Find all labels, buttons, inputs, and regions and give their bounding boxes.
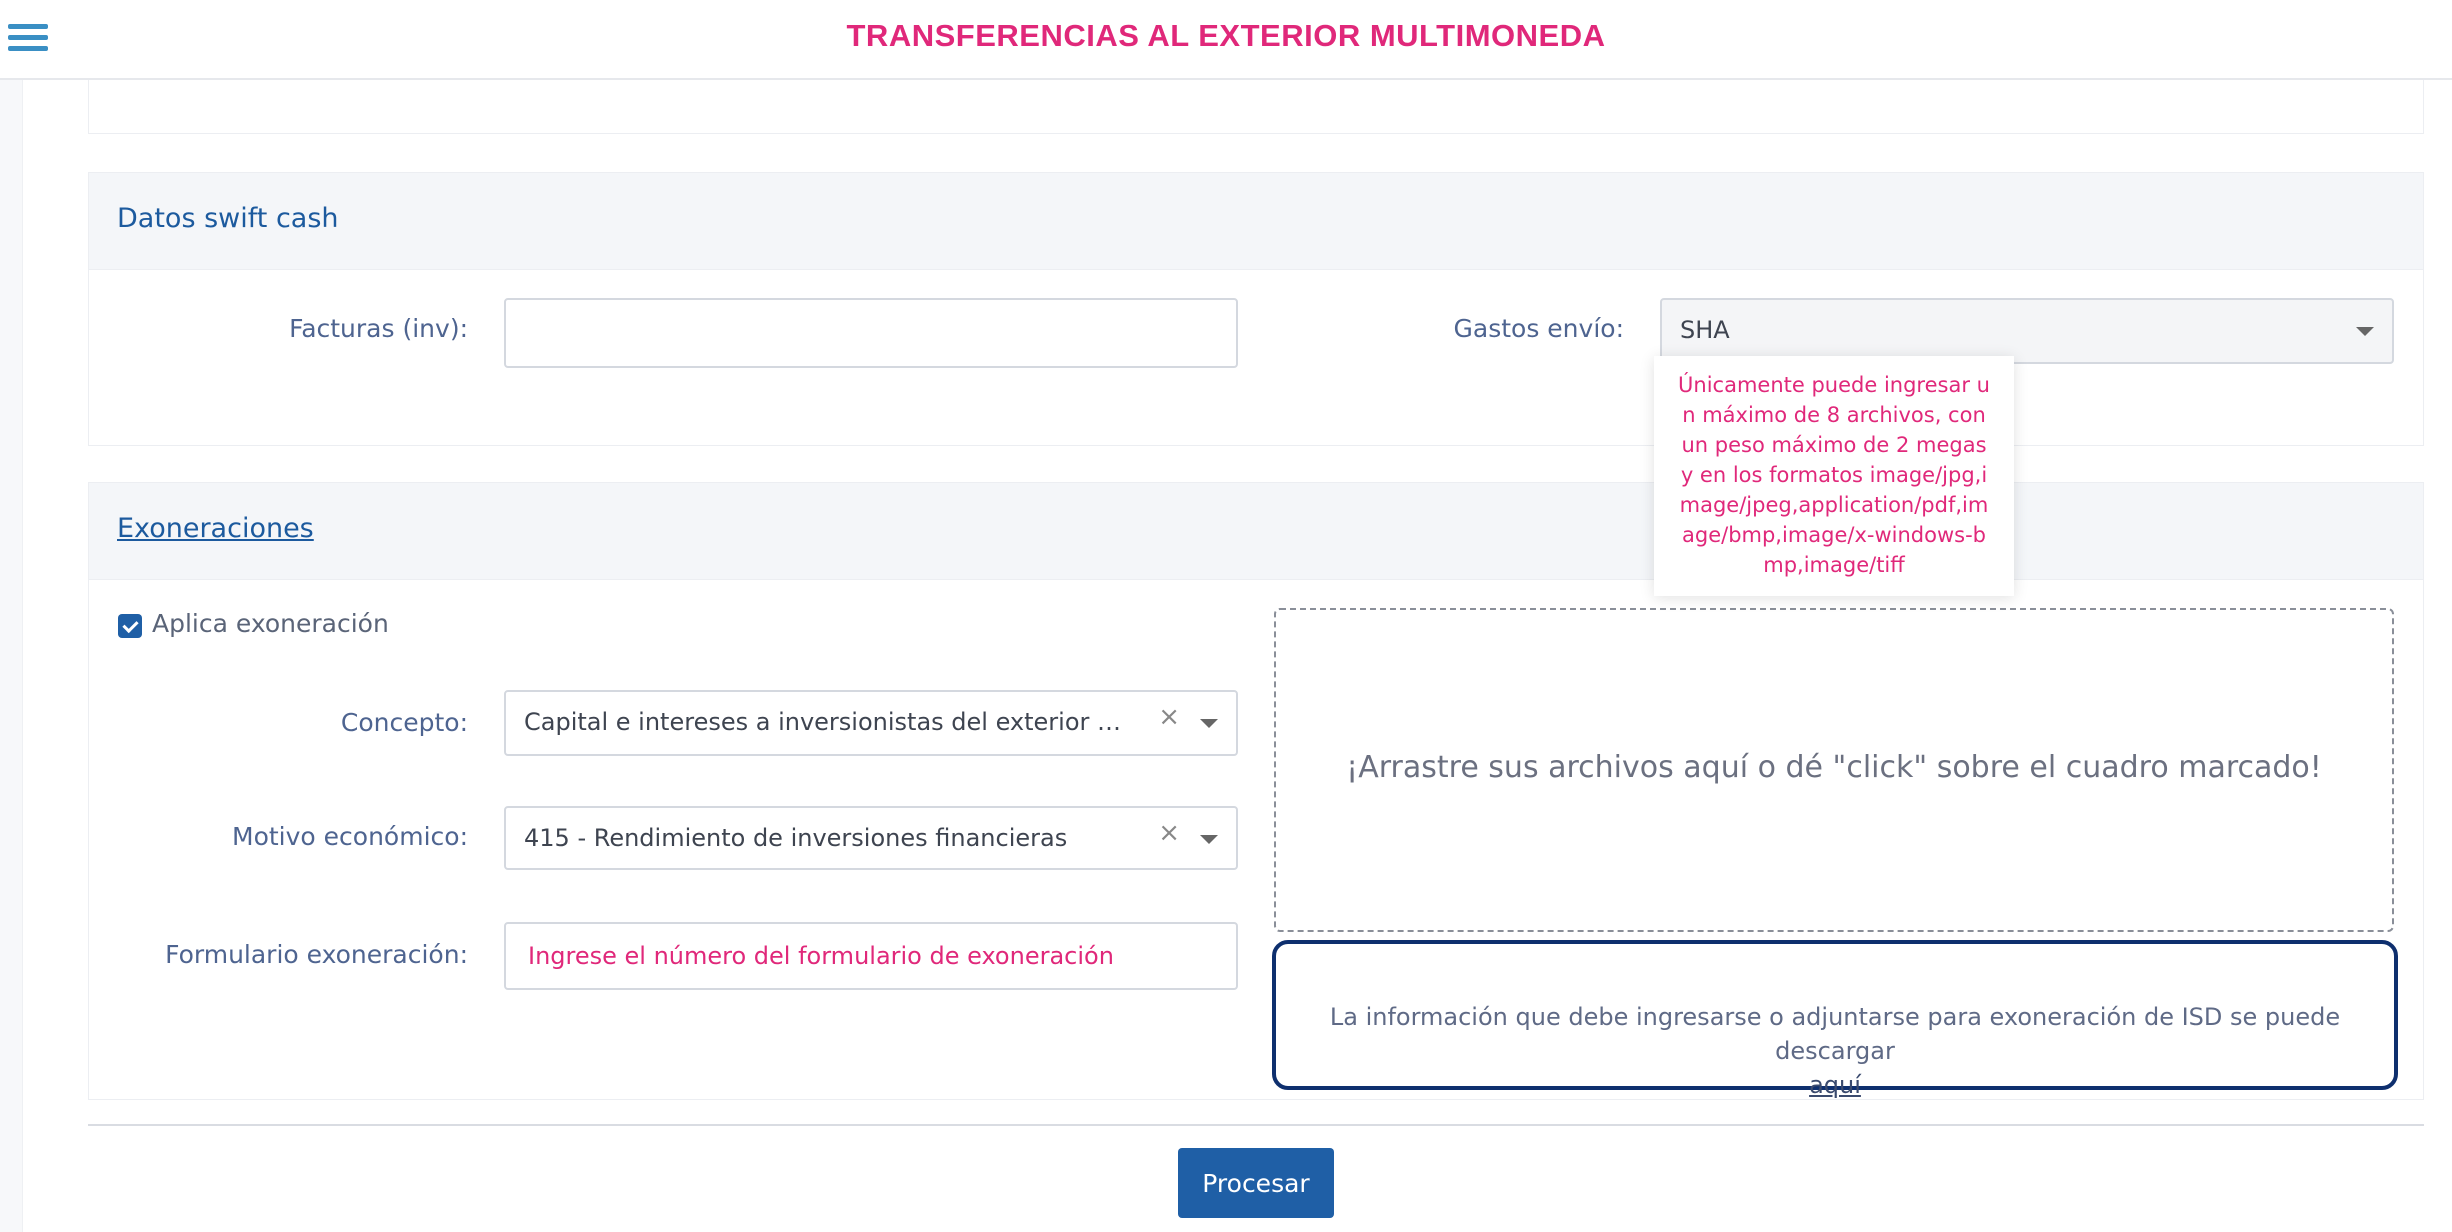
exoneration-form-placeholder: Ingrese el número del formulario de exon… [528, 942, 1114, 970]
info-text: La información que debe ingresarse o adj… [1329, 1003, 2341, 1065]
exoneration-form-input[interactable]: Ingrese el número del formulario de exon… [504, 922, 1238, 990]
economic-motive-label: Motivo económico: [232, 822, 468, 851]
divider [88, 1124, 2424, 1126]
previous-section-panel [88, 80, 2424, 134]
apply-exoneration-label: Aplica exoneración [152, 609, 389, 638]
invoices-label: Facturas (inv): [289, 314, 468, 343]
exoneration-form-label: Formulario exoneración: [165, 940, 468, 969]
chevron-down-icon [2356, 327, 2374, 336]
process-button[interactable]: Procesar [1178, 1148, 1334, 1218]
info-text-container: La información que debe ingresarse o adj… [1276, 1000, 2394, 1102]
exoneration-header: Exoneraciones [89, 483, 2423, 580]
concept-select[interactable]: Capital e intereses a inversionistas del… [504, 690, 1238, 756]
clear-motive-icon[interactable]: × [1158, 818, 1180, 848]
swift-cash-header: Datos swift cash [89, 173, 2423, 270]
file-dropzone[interactable]: ¡Arrastre sus archivos aquí o dé "click"… [1274, 608, 2394, 932]
economic-motive-select[interactable]: 415 - Rendimiento de inversiones financi… [504, 806, 1238, 870]
file-limits-tooltip: Únicamente puede ingresar un máximo de 8… [1654, 356, 2014, 596]
concept-label: Concepto: [340, 708, 468, 737]
concept-value: Capital e intereses a inversionistas del… [524, 708, 1124, 736]
exoneration-info-box: La información que debe ingresarse o adj… [1272, 940, 2398, 1099]
shipping-costs-label: Gastos envío: [1453, 314, 1624, 343]
economic-motive-value: 415 - Rendimiento de inversiones financi… [524, 824, 1068, 852]
shipping-costs-select[interactable]: SHA [1660, 298, 2394, 364]
page-title: TRANSFERENCIAS AL EXTERIOR MULTIMONEDA [846, 18, 1606, 53]
swift-cash-title: Datos swift cash [117, 203, 339, 234]
invoices-input[interactable] [504, 298, 1238, 368]
chevron-down-icon [1200, 719, 1218, 728]
shipping-costs-value: SHA [1680, 316, 1730, 344]
top-bar: TRANSFERENCIAS AL EXTERIOR MULTIMONEDA [0, 0, 2452, 80]
chevron-down-icon [1200, 835, 1218, 844]
apply-exoneration-checkbox[interactable] [118, 614, 142, 638]
dropzone-text: ¡Arrastre sus archivos aquí o dé "click"… [1346, 750, 2322, 785]
clear-concept-icon[interactable]: × [1158, 702, 1180, 732]
left-rail [0, 80, 23, 1232]
exoneration-title-link[interactable]: Exoneraciones [117, 513, 314, 544]
download-link[interactable]: aquí [1809, 1071, 1861, 1099]
